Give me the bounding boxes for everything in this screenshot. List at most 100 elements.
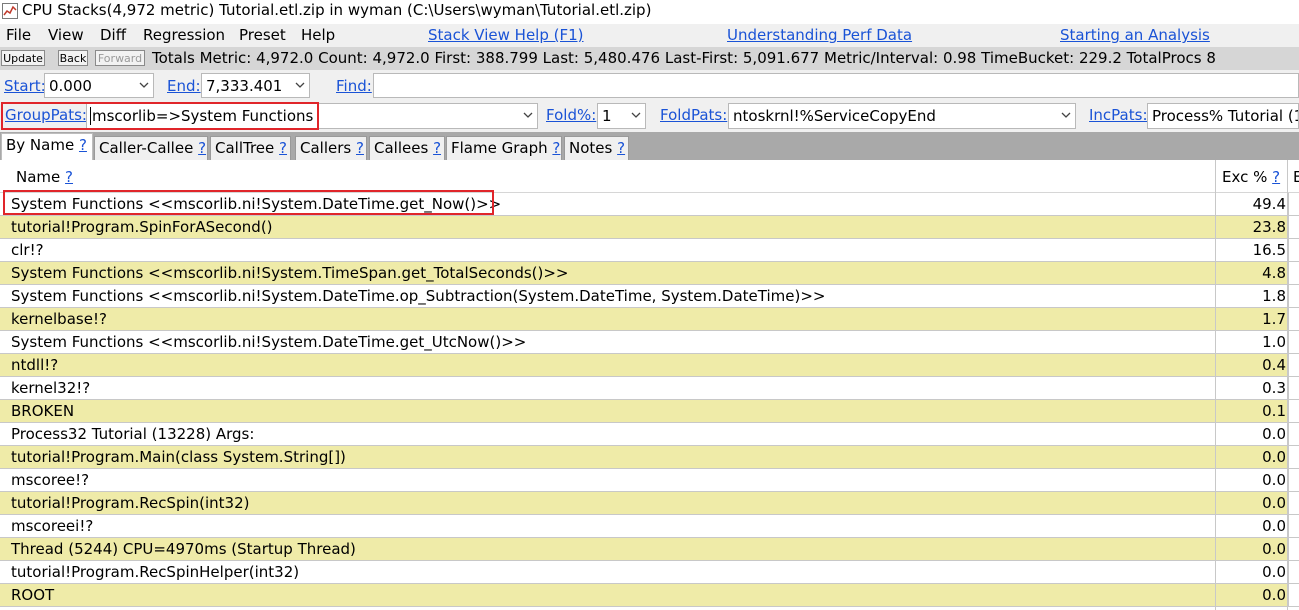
row-name-cell[interactable]: ntdll!? xyxy=(11,356,58,374)
row-name-cell[interactable]: tutorial!Program.RecSpin(int32) xyxy=(11,494,250,512)
row-name-cell[interactable]: kernel32!? xyxy=(11,379,90,397)
table-row[interactable]: ntdll!? 0.4 xyxy=(0,354,1299,377)
tab-help-link[interactable]: ? xyxy=(198,139,206,157)
menu-regression[interactable]: Regression xyxy=(143,26,225,44)
tab-by-name[interactable]: By Name ? xyxy=(1,133,93,160)
start-combo[interactable]: 0.000 xyxy=(44,73,154,98)
row-name-cell[interactable]: ROOT xyxy=(11,586,54,604)
exc-help-link[interactable]: ? xyxy=(1272,168,1280,186)
row-name-cell[interactable]: System Functions <<mscorlib.ni!System.Da… xyxy=(11,287,825,305)
tab-flame-graph[interactable]: Flame Graph ? xyxy=(446,136,562,160)
row-name-cell[interactable]: mscoreei!? xyxy=(11,517,93,535)
update-button[interactable]: Update xyxy=(1,50,45,66)
row-name-cell[interactable]: tutorial!Program.RecSpinHelper(int32) xyxy=(11,563,299,581)
table-row[interactable]: tutorial!Program.Main(class System.Strin… xyxy=(0,446,1299,469)
fold-percent-label[interactable]: Fold%: xyxy=(546,106,596,124)
foldpats-combo[interactable]: ntoskrnl!%ServiceCopyEnd xyxy=(728,103,1076,129)
stack-view-help-link[interactable]: Stack View Help (F1) xyxy=(428,26,584,44)
row-next-cell[interactable] xyxy=(1288,239,1299,261)
end-combo[interactable]: 7,333.401 xyxy=(201,73,310,98)
tab-caller-callee[interactable]: Caller-Callee ? xyxy=(94,136,208,160)
menu-diff[interactable]: Diff xyxy=(100,26,126,44)
menu-help[interactable]: Help xyxy=(301,26,335,44)
table-row[interactable]: ROOT 0.0 xyxy=(0,584,1299,607)
table-row[interactable]: Thread (5244) CPU=4970ms (Startup Thread… xyxy=(0,538,1299,561)
column-separator[interactable] xyxy=(1215,160,1216,610)
row-name-cell[interactable]: System Functions <<mscorlib.ni!System.Da… xyxy=(11,195,501,213)
table-row[interactable]: BROKEN 0.1 xyxy=(0,400,1299,423)
row-next-cell[interactable] xyxy=(1288,423,1299,445)
table-row[interactable]: System Functions <<mscorlib.ni!System.Da… xyxy=(0,285,1299,308)
row-name-cell[interactable]: mscoree!? xyxy=(11,471,89,489)
starting-an-analysis-link[interactable]: Starting an Analysis xyxy=(1060,26,1210,44)
row-name-cell[interactable]: tutorial!Program.Main(class System.Strin… xyxy=(11,448,346,466)
tab-help-link[interactable]: ? xyxy=(356,139,364,157)
forward-button[interactable]: Forward xyxy=(95,50,145,66)
find-input[interactable] xyxy=(373,73,1299,98)
row-next-cell[interactable] xyxy=(1288,216,1299,238)
row-next-cell[interactable] xyxy=(1288,446,1299,468)
row-next-cell[interactable] xyxy=(1288,584,1299,606)
row-next-cell[interactable] xyxy=(1288,538,1299,560)
table-row[interactable]: kernelbase!? 1.7 xyxy=(0,308,1299,331)
grouppats-label[interactable]: GroupPats: xyxy=(5,106,87,124)
row-next-cell[interactable] xyxy=(1288,308,1299,330)
row-next-cell[interactable] xyxy=(1288,262,1299,284)
table-row[interactable]: System Functions <<mscorlib.ni!System.Ti… xyxy=(0,262,1299,285)
menu-preset[interactable]: Preset xyxy=(239,26,286,44)
tab-callees[interactable]: Callees ? xyxy=(369,136,445,160)
column-separator[interactable] xyxy=(1287,160,1288,610)
row-name-cell[interactable]: BROKEN xyxy=(11,402,74,420)
name-help-link[interactable]: ? xyxy=(65,168,73,186)
table-row[interactable]: mscoree!? 0.0 xyxy=(0,469,1299,492)
row-next-cell[interactable] xyxy=(1288,331,1299,353)
grouppats-combo[interactable]: mscorlib=>System Functions xyxy=(86,103,538,129)
row-name-cell[interactable]: System Functions <<mscorlib.ni!System.Da… xyxy=(11,333,526,351)
row-next-cell[interactable] xyxy=(1288,354,1299,376)
row-next-cell[interactable] xyxy=(1288,515,1299,537)
row-name-cell[interactable]: Thread (5244) CPU=4970ms (Startup Thread… xyxy=(11,540,356,558)
table-row[interactable]: clr!? 16.5 xyxy=(0,239,1299,262)
row-next-cell[interactable] xyxy=(1288,469,1299,491)
understanding-perf-data-link[interactable]: Understanding Perf Data xyxy=(727,26,912,44)
start-label[interactable]: Start: xyxy=(4,77,46,95)
row-name-cell[interactable]: System Functions <<mscorlib.ni!System.Ti… xyxy=(11,264,569,282)
end-label[interactable]: End: xyxy=(167,77,201,95)
tab-help-link[interactable]: ? xyxy=(279,139,287,157)
tab-help-link[interactable]: ? xyxy=(552,139,560,157)
tab-calltree[interactable]: CallTree ? xyxy=(210,136,291,160)
row-next-cell[interactable] xyxy=(1288,193,1299,215)
table-row[interactable]: kernel32!? 0.3 xyxy=(0,377,1299,400)
foldpats-label[interactable]: FoldPats: xyxy=(660,106,727,124)
menu-view[interactable]: View xyxy=(48,26,84,44)
row-next-cell[interactable] xyxy=(1288,400,1299,422)
next-column-header[interactable]: E xyxy=(1293,168,1299,186)
row-next-cell[interactable] xyxy=(1288,561,1299,583)
table-row[interactable]: mscoreei!? 0.0 xyxy=(0,515,1299,538)
incpats-combo[interactable]: Process% Tutorial (13 xyxy=(1147,103,1299,129)
row-name-cell[interactable]: clr!? xyxy=(11,241,44,259)
table-row[interactable]: tutorial!Program.RecSpinHelper(int32) 0.0 xyxy=(0,561,1299,584)
row-next-cell[interactable] xyxy=(1288,285,1299,307)
menu-file[interactable]: File xyxy=(6,26,31,44)
fold-percent-combo[interactable]: 1 xyxy=(597,103,646,129)
tab-help-link[interactable]: ? xyxy=(617,139,625,157)
exc-percent-column-header[interactable]: Exc % ? xyxy=(1222,168,1280,186)
table-row[interactable]: Process32 Tutorial (13228) Args: 0.0 xyxy=(0,423,1299,446)
name-column-header[interactable]: Name ? xyxy=(16,168,73,186)
table-row[interactable]: System Functions <<mscorlib.ni!System.Da… xyxy=(0,331,1299,354)
tab-help-link[interactable]: ? xyxy=(433,139,441,157)
row-next-cell[interactable] xyxy=(1288,492,1299,514)
table-row[interactable]: System Functions <<mscorlib.ni!System.Da… xyxy=(0,193,1299,216)
table-row[interactable]: tutorial!Program.RecSpin(int32) 0.0 xyxy=(0,492,1299,515)
incpats-label[interactable]: IncPats: xyxy=(1089,106,1148,124)
row-name-cell[interactable]: tutorial!Program.SpinForASecond() xyxy=(11,218,273,236)
tab-help-link[interactable]: ? xyxy=(79,136,87,154)
tab-callers[interactable]: Callers ? xyxy=(295,136,367,160)
find-label[interactable]: Find: xyxy=(336,77,372,95)
row-name-cell[interactable]: kernelbase!? xyxy=(11,310,107,328)
row-name-cell[interactable]: Process32 Tutorial (13228) Args: xyxy=(11,425,254,443)
table-row[interactable]: tutorial!Program.SpinForASecond() 23.8 xyxy=(0,216,1299,239)
row-next-cell[interactable] xyxy=(1288,377,1299,399)
back-button[interactable]: Back xyxy=(58,50,88,66)
